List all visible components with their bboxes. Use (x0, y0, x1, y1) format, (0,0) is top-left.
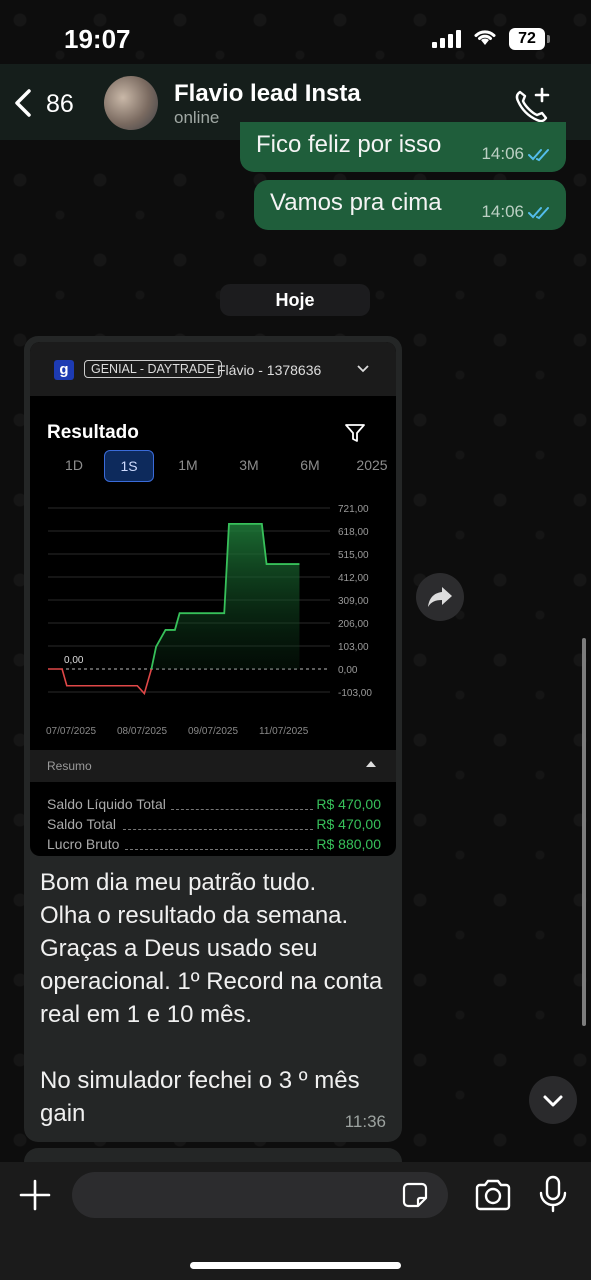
message-incoming[interactable]: g GENIAL - DAYTRADE Flávio - 1378636 Res… (24, 336, 402, 1142)
filter-icon (345, 424, 365, 442)
camera-icon[interactable] (474, 1178, 512, 1212)
x-tick-label: 09/07/2025 (188, 726, 238, 737)
scrollbar[interactable] (582, 638, 586, 1026)
summary-row: Lucro Bruto R$ 880,00 (47, 836, 381, 856)
summary-row-value: R$ 470,00 (316, 816, 381, 832)
y-tick-label: 515,00 (338, 550, 369, 561)
result-title: Resultado (47, 422, 139, 443)
y-tick-label: 206,00 (338, 619, 369, 630)
tab-2025: 2025 (356, 457, 388, 473)
dotted-leader (123, 829, 313, 830)
scroll-down-button[interactable] (529, 1076, 577, 1124)
genial-logo: g (54, 360, 74, 380)
tab-1d: 1D (65, 457, 83, 473)
y-tick-label: 721,00 (338, 504, 369, 515)
summary-row: Saldo Total R$ 470,00 (47, 816, 381, 836)
message-caption: Bom dia meu patrão tudo. Olha o resultad… (40, 869, 383, 1127)
summary-row-value: R$ 470,00 (316, 796, 381, 812)
y-tick-label: 0,00 (338, 665, 358, 676)
platform-tag: GENIAL - DAYTRADE (84, 360, 222, 378)
message-time: 11:36 (344, 1112, 386, 1131)
message-time: 14:06 (481, 144, 524, 163)
attached-screenshot[interactable]: g GENIAL - DAYTRADE Flávio - 1378636 Res… (30, 342, 396, 856)
summary-row-label: Lucro Bruto (47, 836, 120, 852)
series-line-negative (48, 668, 153, 696)
x-tick-label: 11/07/2025 (259, 726, 309, 737)
contact-status: online (174, 108, 220, 127)
home-indicator (190, 1262, 401, 1269)
result-chart: 721,00 618,00 515,00 412,00 309,00 206,00 103,… (46, 504, 372, 737)
dotted-leader (125, 849, 313, 850)
x-tick-label: 07/07/2025 (46, 726, 96, 737)
tab-6m: 6M (300, 457, 320, 473)
message-outgoing[interactable]: Vamos pra cima 14:06 (254, 180, 566, 230)
summary-row-label: Saldo Total (47, 816, 117, 832)
forward-button[interactable] (416, 573, 464, 621)
collapse-arrow-icon (366, 761, 376, 767)
period-tabs: 1D 1S 1M 3M 6M 2025 (30, 450, 396, 486)
tab-3m: 3M (239, 457, 259, 473)
add-call-icon[interactable] (512, 86, 552, 126)
message-input[interactable] (72, 1172, 448, 1218)
summary-label: Resumo (47, 759, 92, 773)
account-bar: g GENIAL - DAYTRADE Flávio - 1378636 (30, 342, 396, 396)
chevron-down-icon (543, 1095, 563, 1107)
message-time: 14:06 (481, 202, 524, 221)
message-text: Fico feliz por isso (256, 131, 442, 158)
status-time: 19:07 (64, 24, 131, 54)
summary-header: Resumo (30, 750, 396, 782)
summary-row-value: R$ 880,00 (316, 836, 381, 852)
chevron-down-icon (357, 365, 369, 373)
y-tick-label: 618,00 (338, 527, 369, 538)
y-tick-label: -103,00 (338, 688, 372, 699)
forward-icon (428, 587, 452, 607)
account-name: Flávio - 1378636 (217, 362, 322, 378)
y-tick-label: 103,00 (338, 642, 369, 653)
sticker-icon[interactable] (400, 1180, 430, 1210)
dotted-leader (171, 809, 313, 810)
battery-indicator: 72 (509, 28, 550, 50)
tab-1s: 1S (104, 450, 154, 482)
avatar[interactable] (104, 76, 158, 130)
wifi-icon (474, 30, 496, 45)
back-unread-count[interactable]: 86 (46, 90, 74, 119)
signal-icon (432, 30, 461, 48)
chevron-left-icon[interactable] (12, 88, 34, 118)
summary-row-label: Saldo Líquido Total (47, 796, 166, 812)
zero-label: 0,00 (64, 655, 84, 666)
plus-icon[interactable] (18, 1178, 52, 1212)
summary-row: Saldo Líquido Total R$ 470,00 (47, 796, 381, 816)
message-outgoing[interactable]: Fico feliz por isso 14:06 (240, 122, 566, 172)
y-tick-label: 309,00 (338, 596, 369, 607)
microphone-icon[interactable] (538, 1174, 568, 1214)
y-tick-label: 412,00 (338, 573, 369, 584)
read-ticks-icon (528, 207, 549, 220)
message-text: Vamos pra cima (270, 189, 442, 216)
x-tick-label: 08/07/2025 (117, 726, 167, 737)
contact-name[interactable]: Flavio lead Insta (174, 80, 361, 108)
tab-1m: 1M (178, 457, 198, 473)
read-ticks-icon (528, 149, 549, 162)
day-separator: Hoje (220, 284, 370, 316)
